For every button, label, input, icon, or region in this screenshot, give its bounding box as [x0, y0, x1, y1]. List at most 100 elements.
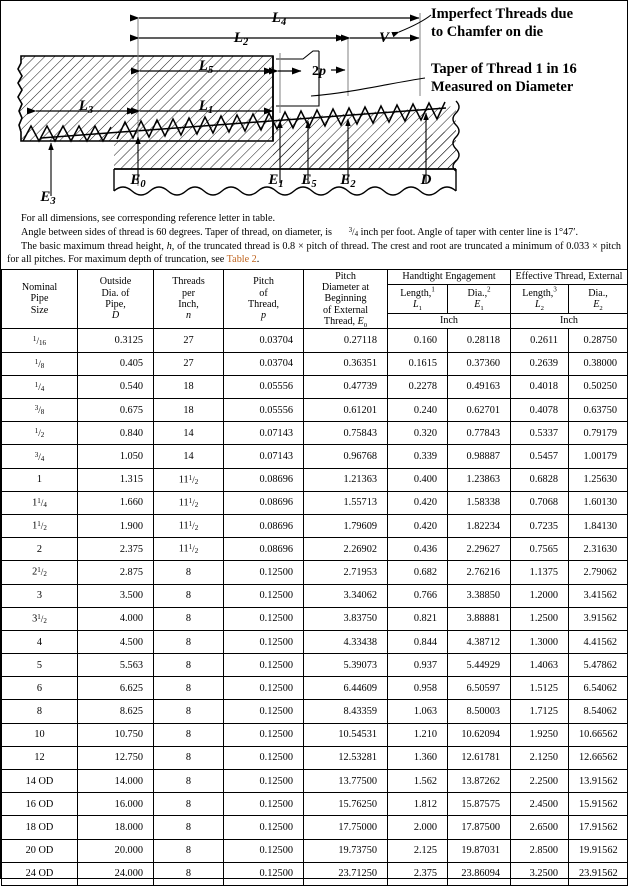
cell-handtight-dia-e1: 23.86094 — [447, 861, 511, 886]
label-e3: E3 — [39, 189, 55, 207]
cell-effective-length-l2: 0.7565 — [510, 537, 569, 562]
cell-effective-length-l2: 0.4078 — [510, 398, 569, 423]
table-row: 3/8 0.675 18 0.05556 0.61201 0.240 0.62701 0.40… — [1, 398, 628, 423]
fraction: 1/2 — [188, 520, 199, 533]
cell-nominal-size: 1/4 — [1, 374, 78, 400]
cell-handtight-length-l1: 0.339 — [387, 444, 448, 469]
fraction: 3/4 — [34, 450, 45, 463]
cell-handtight-dia-e1: 12.61781 — [447, 745, 511, 771]
cell-effective-dia-e2: 15.91562 — [568, 792, 628, 817]
cell-handtight-dia-e1: 3.38850 — [447, 583, 511, 608]
cell-threads-per-inch: 18 — [153, 374, 224, 400]
cell-outside-dia: 0.675 — [77, 398, 154, 423]
cell-effective-dia-e2: 1.60130 — [568, 490, 628, 515]
fraction: 1/2 — [188, 543, 199, 556]
group-handtight-engagement: Handtight Engagement — [387, 268, 511, 286]
cell-handtight-length-l1: 0.844 — [387, 629, 448, 655]
cell-pitch-diameter-e0: 1.55713 — [303, 490, 388, 515]
fraction: 1/2 — [37, 566, 47, 579]
callout-imperfect-line2: to Chamfer on die — [431, 24, 544, 40]
cell-outside-dia: 16.000 — [77, 792, 154, 817]
cell-handtight-dia-e1: 13.87262 — [447, 769, 511, 794]
figure-notes: For all dimensions, see corresponding re… — [1, 209, 627, 269]
group-effective-thread-external: Effective Thread, External — [510, 268, 628, 286]
cell-handtight-length-l1: 0.400 — [387, 467, 448, 492]
cell-effective-length-l2: 3.2500 — [510, 861, 569, 886]
svg-text:L4: L4 — [271, 10, 286, 28]
cell-pitch: 0.12500 — [223, 676, 304, 701]
cell-handtight-dia-e1: 0.77843 — [447, 421, 511, 446]
cell-effective-length-l2: 2.1250 — [510, 745, 569, 771]
table-row: 31/2 4.000 8 0.12500 3.83750 0.821 3.88881 1.25… — [1, 606, 628, 631]
fraction: 1/8 — [34, 357, 45, 370]
cell-effective-dia-e2: 12.66562 — [568, 745, 628, 771]
cell-pitch-diameter-e0: 1.21363 — [303, 467, 388, 492]
cell-outside-dia: 2.375 — [77, 537, 154, 562]
cell-pitch: 0.03704 — [223, 328, 304, 353]
cell-handtight-length-l1: 0.937 — [387, 653, 448, 678]
col-pitch-diameter-e0: Pitch Diameter at Beginning of External … — [303, 268, 388, 330]
cell-nominal-size: 10 — [1, 722, 78, 747]
cell-pitch-diameter-e0: 2.71953 — [303, 560, 388, 585]
table-2-link[interactable]: Table 2 — [227, 254, 257, 265]
cell-pitch-diameter-e0: 23.71250 — [303, 861, 388, 886]
col-handtight-dia-e1: Dia.,2 E1 — [447, 284, 511, 314]
table-row: 6 6.625 8 0.12500 6.44609 0.958 6.50597 1.5125 6… — [1, 676, 628, 701]
table-row: 8 8.625 8 0.12500 8.43359 1.063 8.50003 1.7125 8… — [1, 699, 628, 724]
label-e1: E1 — [267, 172, 283, 190]
cell-nominal-size: 11/2 — [1, 513, 78, 539]
cell-effective-dia-e2: 2.79062 — [568, 560, 628, 585]
table-head: Nominal Pipe Size Outside Dia. of Pipe, … — [1, 268, 628, 330]
cell-pitch-diameter-e0: 1.79609 — [303, 513, 388, 539]
cell-effective-length-l2: 0.7235 — [510, 513, 569, 539]
cell-pitch: 0.07143 — [223, 421, 304, 446]
cell-effective-dia-e2: 17.91562 — [568, 815, 628, 840]
cell-handtight-length-l1: 0.1615 — [387, 351, 448, 376]
cell-outside-dia: 6.625 — [77, 676, 154, 701]
cell-handtight-dia-e1: 1.23863 — [447, 467, 511, 492]
cell-threads-per-inch: 8 — [153, 722, 224, 747]
cell-effective-dia-e2: 10.66562 — [568, 722, 628, 747]
cell-nominal-size: 20 OD — [1, 838, 78, 863]
cell-handtight-length-l1: 0.821 — [387, 606, 448, 631]
cell-outside-dia: 0.405 — [77, 351, 154, 376]
table-row: 1/2 0.840 14 0.07143 0.75843 0.320 0.77843 0.53… — [1, 421, 628, 446]
label-e5: E5 — [300, 172, 316, 190]
cell-pitch: 0.12500 — [223, 838, 304, 863]
cell-threads-per-inch: 8 — [153, 815, 224, 840]
cell-threads-per-inch: 14 — [153, 444, 224, 469]
cell-effective-length-l2: 0.7068 — [510, 490, 569, 515]
cell-outside-dia: 4.500 — [77, 629, 154, 655]
cell-effective-dia-e2: 8.54062 — [568, 699, 628, 724]
cell-outside-dia: 3.500 — [77, 583, 154, 608]
fraction: 1/4 — [37, 496, 47, 509]
cell-outside-dia: 5.563 — [77, 653, 154, 678]
fraction: 1/2 — [34, 427, 45, 440]
callout-imperfect-line1: Imperfect Threads due — [431, 6, 574, 22]
table-row: 11/2 1.900 111/2 0.08696 1.79609 0.420 1.82234… — [1, 513, 628, 539]
cell-effective-dia-e2: 1.00179 — [568, 444, 628, 469]
callout-taper-line1: Taper of Thread 1 in 16 — [431, 61, 577, 77]
cell-effective-dia-e2: 3.91562 — [568, 606, 628, 631]
cell-outside-dia: 0.3125 — [77, 328, 154, 353]
cell-handtight-dia-e1: 0.98887 — [447, 444, 511, 469]
table-row: 5 5.563 8 0.12500 5.39073 0.937 5.44929 1.4063 5… — [1, 653, 628, 678]
cell-outside-dia: 0.540 — [77, 374, 154, 400]
cell-pitch: 0.12500 — [223, 560, 304, 585]
cell-effective-length-l2: 0.5457 — [510, 444, 569, 469]
fraction: 1/2 — [188, 473, 199, 486]
cell-pitch-diameter-e0: 15.76250 — [303, 792, 388, 817]
cell-effective-dia-e2: 3.41562 — [568, 583, 628, 608]
cell-effective-length-l2: 1.5125 — [510, 676, 569, 701]
cell-threads-per-inch: 27 — [153, 328, 224, 353]
cell-handtight-length-l1: 0.2278 — [387, 374, 448, 400]
cell-pitch-diameter-e0: 2.26902 — [303, 537, 388, 562]
svg-text:2p: 2p — [312, 64, 326, 79]
cell-outside-dia: 18.000 — [77, 815, 154, 840]
col-effective-length-l2: Length,3 L2 — [510, 284, 569, 314]
label-d: D — [420, 172, 432, 188]
cell-effective-length-l2: 0.5337 — [510, 421, 569, 446]
cell-nominal-size: 1/2 — [1, 421, 78, 446]
cell-handtight-dia-e1: 1.82234 — [447, 513, 511, 539]
cell-pitch: 0.12500 — [223, 769, 304, 794]
